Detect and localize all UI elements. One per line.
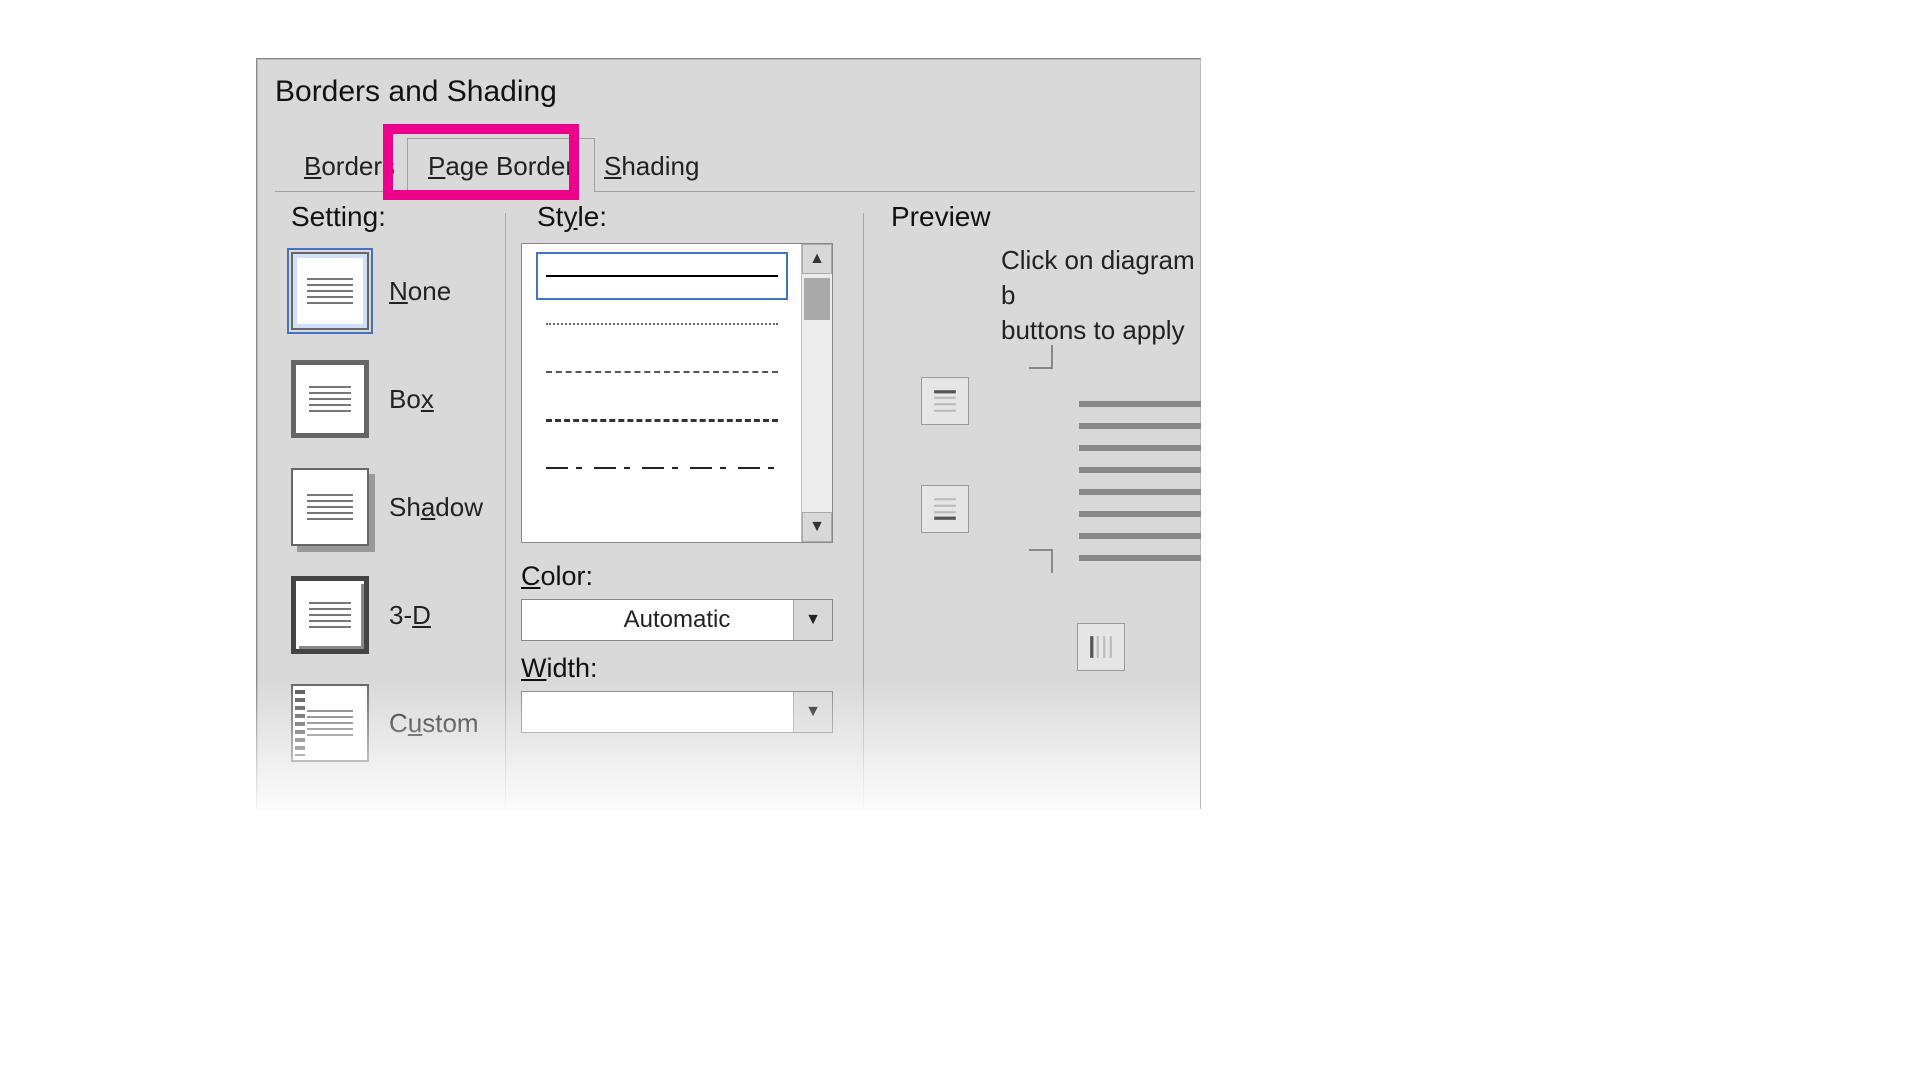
- setting-icon-shadow: [291, 468, 369, 546]
- preview-corner-tl: [1029, 345, 1053, 369]
- screenshot-canvas: Borders and Shading Borders Page Border …: [0, 0, 1920, 1080]
- style-listbox[interactable]: ▲ ▼: [521, 243, 833, 543]
- setting-label: Setting:: [291, 201, 386, 233]
- width-label: Width:: [521, 653, 598, 684]
- tab-page-border[interactable]: Page Border: [407, 138, 595, 192]
- style-option-solid[interactable]: [536, 252, 788, 300]
- preview-top-border-button[interactable]: [921, 377, 969, 425]
- setting-icon-box: [291, 360, 369, 438]
- setting-icon-3d: [291, 576, 369, 654]
- preview-column: Preview Click on diagram b buttons to ap…: [881, 201, 1201, 809]
- border-left-icon: [1088, 634, 1114, 660]
- setting-column: Setting: None Box: [275, 201, 501, 809]
- tab-page-border-accel: P: [428, 151, 445, 181]
- width-chevron-down-icon[interactable]: ▼: [793, 692, 832, 732]
- color-chevron-down-icon[interactable]: ▼: [793, 600, 832, 640]
- setting-icon-custom: [291, 684, 369, 762]
- preview-hint-line2: buttons to apply: [1001, 315, 1185, 345]
- preview-diagram-area: [921, 351, 1201, 671]
- tab-shading[interactable]: Shading: [583, 138, 720, 192]
- preview-hint-line1: Click on diagram b: [1001, 245, 1195, 310]
- tab-strip: Borders Page Border Shading: [275, 137, 1195, 192]
- scroll-down-button[interactable]: ▼: [802, 512, 832, 542]
- style-scrollbar[interactable]: ▲ ▼: [801, 244, 832, 542]
- preview-left-border-button[interactable]: [1077, 623, 1125, 671]
- style-column: Style: ▲ ▼ Color:: [521, 201, 851, 809]
- preview-label: Preview: [891, 201, 991, 233]
- border-bottom-icon: [932, 496, 958, 522]
- tab-borders-accel: B: [304, 151, 321, 181]
- tab-borders[interactable]: Borders: [283, 138, 416, 192]
- scroll-thumb[interactable]: [804, 278, 830, 320]
- setting-label-3d: 3-D: [389, 600, 431, 631]
- tab-page-border-rest: age Border: [445, 151, 574, 181]
- setting-option-shadow[interactable]: Shadow: [291, 465, 511, 549]
- setting-option-custom[interactable]: Custom: [291, 681, 511, 765]
- scroll-up-button[interactable]: ▲: [802, 244, 832, 274]
- dialog-title: Borders and Shading: [275, 75, 557, 109]
- style-option-dashed-long[interactable]: [536, 396, 788, 444]
- color-value: Automatic: [624, 606, 731, 634]
- style-items: [522, 244, 802, 542]
- setting-label-box: Box: [389, 384, 434, 415]
- preview-page-content-icon: [1079, 401, 1201, 561]
- style-option-dotted[interactable]: [536, 300, 788, 348]
- tab-shading-rest: hading: [621, 151, 699, 181]
- width-dropdown[interactable]: ▼: [521, 691, 833, 733]
- style-option-dashed-short[interactable]: [536, 348, 788, 396]
- color-label: Color:: [521, 561, 593, 592]
- preview-hint: Click on diagram b buttons to apply: [1001, 243, 1201, 348]
- dialog-body: Setting: None Box: [257, 201, 1201, 809]
- tab-shading-accel: S: [604, 151, 621, 181]
- border-top-icon: [932, 388, 958, 414]
- setting-option-box[interactable]: Box: [291, 357, 511, 441]
- setting-icon-none: [291, 252, 369, 330]
- divider-2: [863, 213, 864, 809]
- style-label: Style:: [537, 201, 607, 233]
- setting-label-custom: Custom: [389, 708, 479, 739]
- style-option-dash-dot[interactable]: [536, 444, 788, 492]
- preview-bottom-border-button[interactable]: [921, 485, 969, 533]
- setting-label-none: None: [389, 276, 451, 307]
- setting-option-none[interactable]: None: [291, 249, 511, 333]
- borders-and-shading-dialog: Borders and Shading Borders Page Border …: [256, 58, 1201, 809]
- setting-label-shadow: Shadow: [389, 492, 483, 523]
- preview-corner-bl: [1029, 549, 1053, 573]
- tab-borders-rest: orders: [321, 151, 395, 181]
- color-dropdown[interactable]: Automatic ▼: [521, 599, 833, 641]
- setting-option-3d[interactable]: 3-D: [291, 573, 511, 657]
